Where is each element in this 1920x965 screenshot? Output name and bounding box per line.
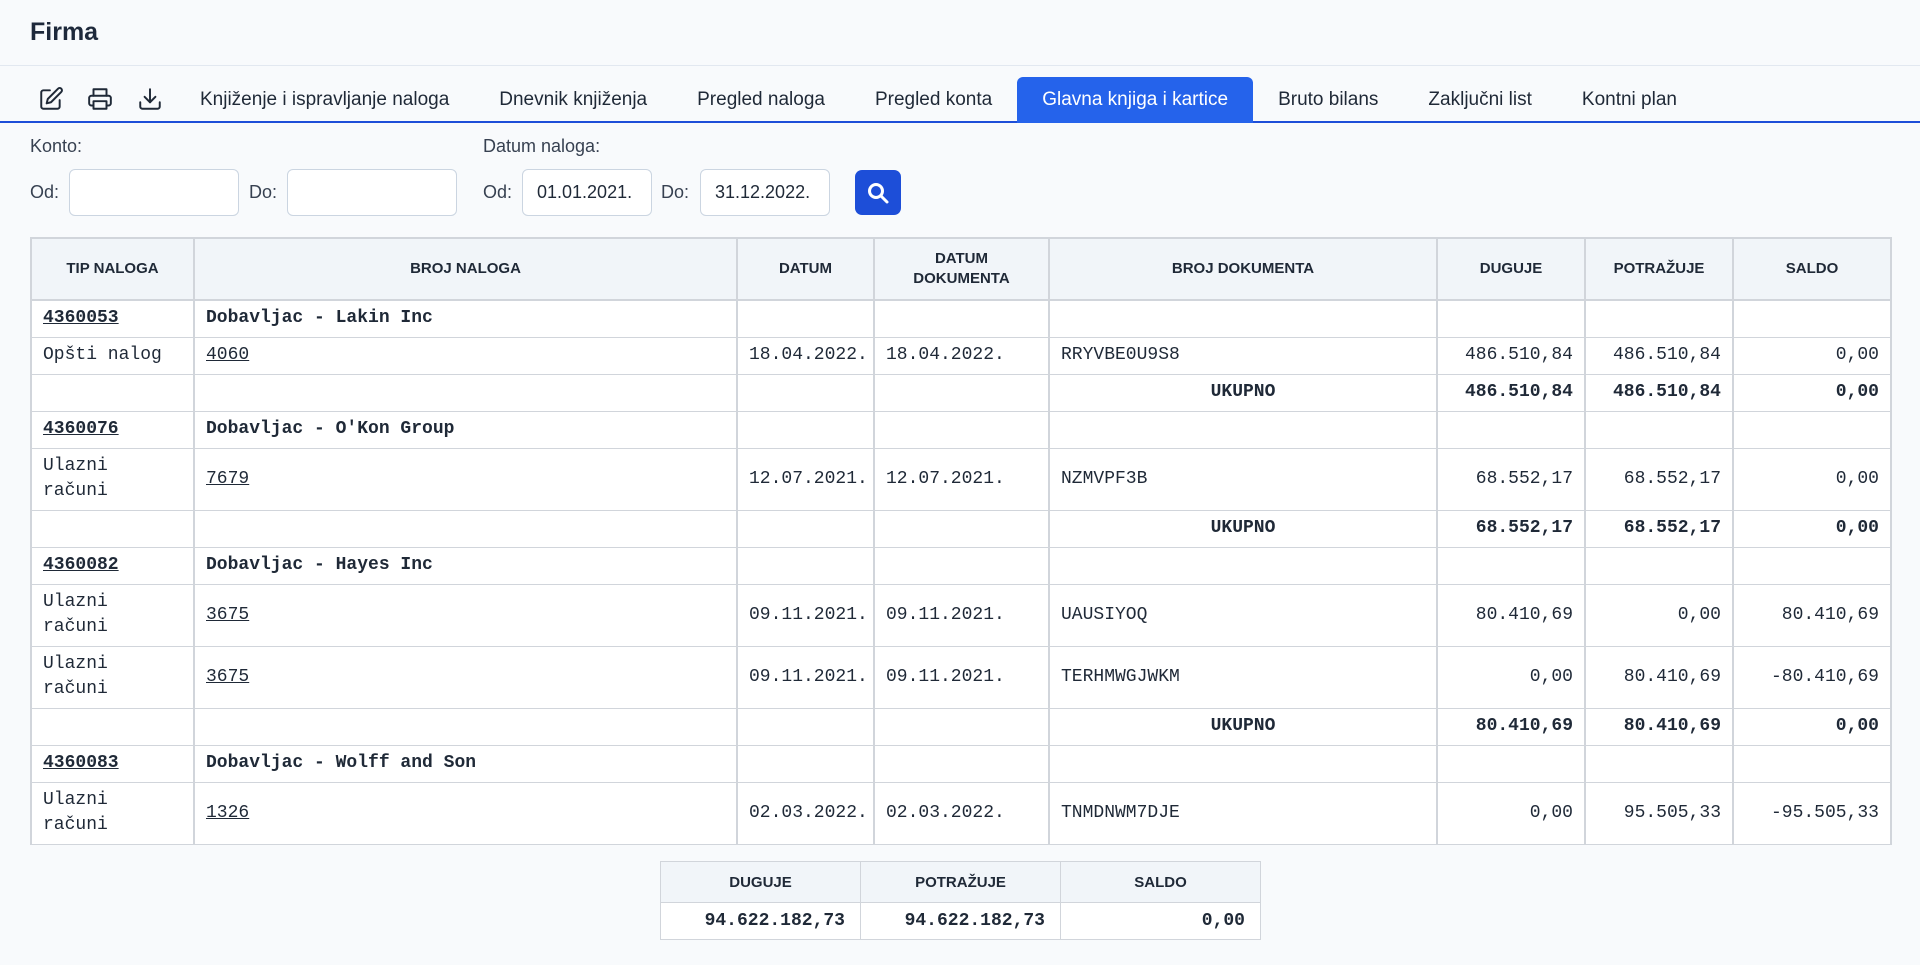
total-row: UKUPNO 486.510,84 486.510,84 0,00 <box>30 373 1892 412</box>
konto-do-input[interactable] <box>287 169 457 216</box>
toolbar: Knjiženje i ispravljanje naloga Dnevnik … <box>0 66 1920 123</box>
ledger-table: TIP NALOGA BROJ NALOGA DATUM DATUM DOKUME… <box>30 237 1892 845</box>
account-name: Dobavljac - Hayes Inc <box>193 546 738 585</box>
table-row: Ulazni računi 3675 09.11.2021. 09.11.202… <box>30 583 1892 647</box>
search-button[interactable] <box>855 170 901 215</box>
account-row: 4360083 Dobavljac - Wolff and Son <box>30 744 1892 783</box>
konto-od-input[interactable] <box>69 169 239 216</box>
summary-col-duguje: DUGUJE <box>660 861 861 903</box>
tab-kontni-plan[interactable]: Kontni plan <box>1557 77 1702 123</box>
tab-knjizenje[interactable]: Knjiženje i ispravljanje naloga <box>175 77 474 123</box>
tab-dnevnik[interactable]: Dnevnik knjiženja <box>474 77 672 123</box>
col-potrazuje[interactable]: POTRAŽUJE <box>1584 237 1734 301</box>
datum-od-input[interactable] <box>522 169 652 216</box>
summary-col-saldo: SALDO <box>1060 861 1261 903</box>
account-name: Dobavljac - Lakin Inc <box>193 299 738 338</box>
download-icon[interactable] <box>137 86 163 112</box>
table-row: Ulazni računi 1326 02.03.2022. 02.03.202… <box>30 781 1892 845</box>
search-icon <box>868 182 889 203</box>
summary-col-potrazuje: POTRAŽUJE <box>860 861 1061 903</box>
col-datum[interactable]: DATUM <box>736 237 875 301</box>
tab-bruto-bilans[interactable]: Bruto bilans <box>1253 77 1403 123</box>
table-row: Ulazni računi 3675 09.11.2021. 09.11.202… <box>30 645 1892 709</box>
datum-do-label: Do: <box>661 182 690 202</box>
col-broj-dokumenta[interactable]: BROJ DOKUMENTA <box>1048 237 1438 301</box>
total-row: UKUPNO 68.552,17 68.552,17 0,00 <box>30 509 1892 548</box>
tab-glavna-knjiga[interactable]: Glavna knjiga i kartice <box>1017 77 1254 123</box>
account-row: 4360076 Dobavljac - O'Kon Group <box>30 410 1892 449</box>
datum-label: Datum naloga: <box>483 136 601 156</box>
edit-icon[interactable] <box>38 86 64 112</box>
summary-table: DUGUJE POTRAŽUJE SALDO 94.622.182,73 94.… <box>660 861 1261 940</box>
account-link[interactable]: 4360076 <box>43 419 119 439</box>
account-link[interactable]: 4360053 <box>43 308 119 328</box>
account-link[interactable]: 4360082 <box>43 555 119 575</box>
nalog-link[interactable]: 7679 <box>206 469 249 489</box>
col-duguje[interactable]: DUGUJE <box>1436 237 1586 301</box>
col-datum-dokumenta[interactable]: DATUM DOKUMENTA <box>873 237 1050 301</box>
account-name: Dobavljac - Wolff and Son <box>193 744 738 783</box>
account-row: 4360053 Dobavljac - Lakin Inc <box>30 299 1892 338</box>
tab-pregled-naloga[interactable]: Pregled naloga <box>672 77 850 123</box>
nalog-link[interactable]: 4060 <box>206 345 249 365</box>
app-header: Firma <box>0 0 1920 66</box>
account-row: 4360082 Dobavljac - Hayes Inc <box>30 546 1892 585</box>
datum-od-label: Od: <box>483 182 513 202</box>
konto-label: Konto: <box>30 136 83 156</box>
nalog-link[interactable]: 1326 <box>206 803 249 823</box>
datum-do-input[interactable] <box>700 169 830 216</box>
konto-od-label: Od: <box>30 182 60 202</box>
table-header: TIP NALOGA BROJ NALOGA DATUM DATUM DOKUME… <box>30 237 1892 301</box>
print-icon[interactable] <box>87 86 113 112</box>
col-saldo[interactable]: SALDO <box>1732 237 1892 301</box>
summary-duguje: 94.622.182,73 <box>660 902 861 940</box>
table-row: Opšti nalog 4060 18.04.2022. 18.04.2022.… <box>30 336 1892 375</box>
tab-zakljucni-list[interactable]: Zaključni list <box>1403 77 1556 123</box>
nalog-link[interactable]: 3675 <box>206 667 249 687</box>
account-name: Dobavljac - O'Kon Group <box>193 410 738 449</box>
col-tip-naloga[interactable]: TIP NALOGA <box>30 237 195 301</box>
tab-list: Knjiženje i ispravljanje naloga Dnevnik … <box>175 77 1702 123</box>
summary-potrazuje: 94.622.182,73 <box>860 902 1061 940</box>
nalog-link[interactable]: 3675 <box>206 605 249 625</box>
tab-pregled-konta[interactable]: Pregled konta <box>850 77 1017 123</box>
table-row: Ulazni računi 7679 12.07.2021. 12.07.202… <box>30 447 1892 511</box>
total-row: UKUPNO 80.410,69 80.410,69 0,00 <box>30 707 1892 746</box>
summary-saldo: 0,00 <box>1060 902 1261 940</box>
konto-do-label: Do: <box>249 182 278 202</box>
account-link[interactable]: 4360083 <box>43 753 119 773</box>
app-title: Firma <box>30 18 99 46</box>
col-broj-naloga[interactable]: BROJ NALOGA <box>193 237 738 301</box>
